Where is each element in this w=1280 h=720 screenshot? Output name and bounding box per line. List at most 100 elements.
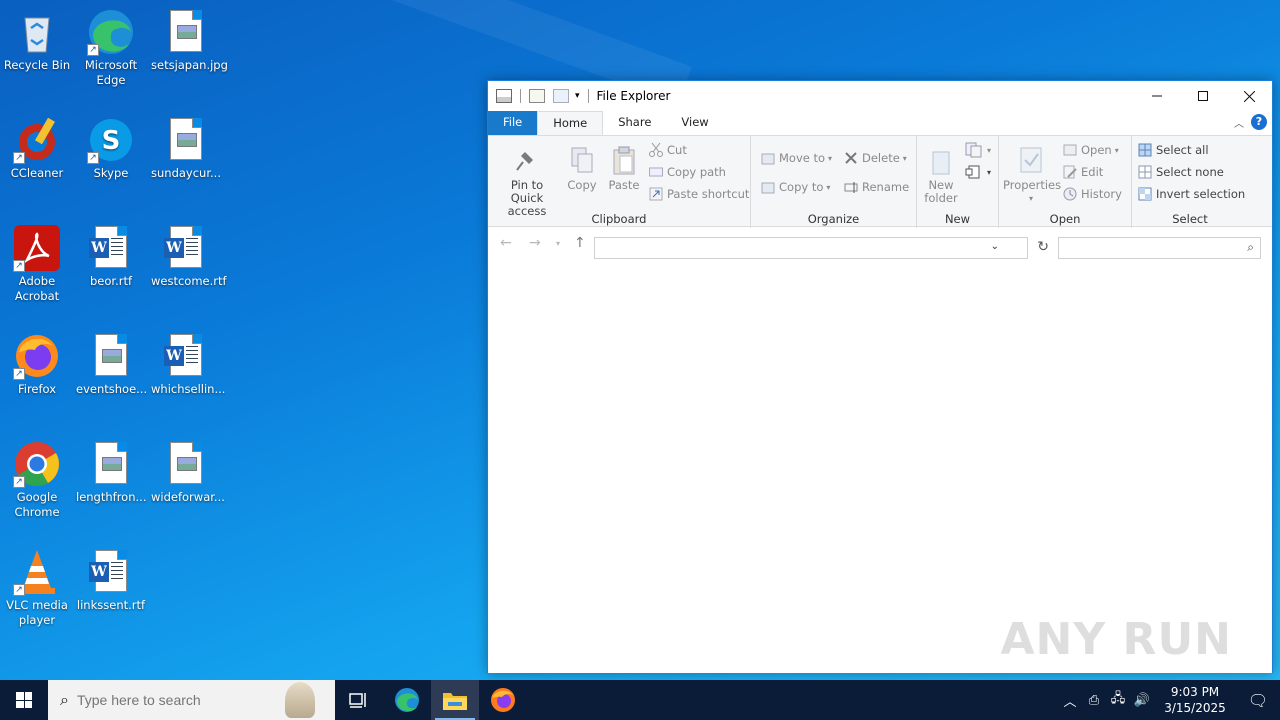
move-to-button[interactable]: Move to ▾ (761, 151, 832, 165)
desktop-icon-westcome[interactable]: W westcome.rtf (149, 224, 227, 289)
help-icon[interactable]: ? (1251, 114, 1267, 130)
network-icon[interactable]: 🖧 (1106, 689, 1130, 711)
desktop-icon-recycle-bin[interactable]: Recycle Bin (0, 8, 74, 73)
meet-now-icon[interactable]: ⎙ (1082, 693, 1106, 708)
refresh-icon[interactable]: ↻ (1037, 239, 1049, 255)
taskbar-firefox-button[interactable] (479, 680, 527, 720)
clock-date: 3/15/2025 (1164, 701, 1226, 715)
paste-button[interactable]: Paste (604, 146, 644, 192)
history-button[interactable]: History (1063, 187, 1122, 201)
desktop-icon-skype[interactable]: S ↗ Skype (74, 116, 148, 181)
address-dropdown-chevron-icon[interactable]: ⌄ (991, 241, 999, 252)
select-none-button[interactable]: Select none (1138, 165, 1224, 179)
desktop-icon-firefox[interactable]: ↗ Firefox (0, 332, 74, 397)
ccleaner-icon: ↗ (13, 116, 61, 164)
desktop-icon-label: wideforwar... (151, 490, 225, 504)
new-folder-quick-icon[interactable] (553, 89, 569, 103)
notifications-icon[interactable]: 🗨 (1236, 691, 1280, 710)
minimize-button[interactable] (1134, 81, 1180, 111)
tab-share[interactable]: Share (603, 111, 666, 135)
easy-access-button[interactable]: ▾ (965, 164, 991, 180)
search-icon: ⌕ (60, 690, 69, 709)
properties-quick-icon[interactable] (529, 89, 545, 103)
back-arrow-icon[interactable]: ← (500, 235, 512, 251)
new-folder-label: New folder (924, 178, 958, 205)
up-arrow-icon[interactable]: ↑ (574, 235, 586, 251)
desktop-icon-label: whichsellin... (151, 382, 226, 396)
group-label: Select (1172, 212, 1208, 226)
desktop-icon-lengthfron[interactable]: lengthfron... (74, 440, 148, 505)
group-label: Open (1049, 212, 1081, 226)
select-all-icon (1138, 143, 1152, 157)
taskbar-search-box[interactable]: ⌕ (48, 680, 335, 720)
forward-arrow-icon[interactable]: → (529, 235, 541, 251)
desktop-icon-vlc[interactable]: ↗ VLC media player (0, 548, 74, 628)
address-bar[interactable]: ⌄ ↻ (594, 237, 1049, 259)
taskbar-search-input[interactable] (76, 692, 267, 708)
cut-label: Cut (667, 143, 687, 157)
tab-view[interactable]: View (666, 111, 723, 135)
file-explorer-icon (443, 693, 467, 710)
new-folder-button[interactable]: New folder (921, 146, 961, 205)
desktop-icon-linkssent[interactable]: W linkssent.rtf (74, 548, 148, 613)
taskbar-file-explorer-button[interactable] (431, 680, 479, 720)
search-box[interactable]: ⌕ (1058, 237, 1261, 259)
tab-file[interactable]: File (488, 111, 538, 135)
task-view-button[interactable] (335, 680, 383, 720)
file-list-area[interactable]: ANY RUN (488, 261, 1272, 673)
desktop-icon-eventshoe[interactable]: eventshoe... (74, 332, 148, 397)
taskbar-edge-button[interactable] (383, 680, 431, 720)
firefox-icon (491, 688, 515, 712)
address-input[interactable] (595, 239, 1027, 259)
divider (520, 89, 521, 103)
select-all-label: Select all (1156, 143, 1209, 157)
tab-home[interactable]: Home (537, 111, 604, 135)
cut-button[interactable]: Cut (649, 142, 687, 157)
delete-button[interactable]: Delete ▾ (844, 151, 907, 165)
desktop-icon-microsoft-edge[interactable]: ↗ Microsoft Edge (74, 8, 148, 88)
desktop-icon-whichsellin[interactable]: W whichsellin... (149, 332, 226, 397)
properties-button[interactable]: Properties ▾ (1003, 146, 1061, 205)
desktop-icon-label: beor.rtf (89, 274, 133, 288)
edit-button[interactable]: Edit (1063, 165, 1103, 179)
title-bar[interactable]: ▾ File Explorer (488, 81, 1272, 111)
start-button[interactable] (0, 680, 48, 720)
desktop-icon-sundaycur[interactable]: sundaycur... (149, 116, 223, 181)
desktop-icon-adobe-acrobat[interactable]: ↗ Adobe Acrobat (0, 224, 74, 304)
desktop-icon-label: setsjapan.jpg (151, 58, 228, 72)
paste-shortcut-button[interactable]: Paste shortcut (649, 187, 749, 201)
desktop-icon-beor[interactable]: W beor.rtf (74, 224, 148, 289)
desktop-icon-label: eventshoe... (76, 382, 148, 396)
new-item-button[interactable]: ▾ (965, 142, 991, 158)
search-icon[interactable]: ⌕ (1247, 240, 1254, 255)
desktop-icon-setsjapan[interactable]: setsjapan.jpg (149, 8, 228, 73)
copy-path-button[interactable]: Copy path (649, 165, 726, 179)
rename-button[interactable]: Rename (844, 180, 909, 194)
copy-button[interactable]: Copy (562, 146, 602, 192)
easy-access-icon (965, 164, 983, 180)
copy-to-label: Copy to (779, 180, 824, 194)
volume-icon[interactable]: 🔊 (1130, 693, 1154, 708)
desktop-icon-label: sundaycur... (151, 166, 221, 180)
customize-quick-access-chevron-icon[interactable]: ▾ (575, 91, 580, 101)
collapse-ribbon-icon[interactable]: ︿ (1234, 115, 1244, 130)
desktop-icon-wideforwar[interactable]: wideforwar... (149, 440, 225, 505)
desktop-icon-google-chrome[interactable]: ↗ Google Chrome (0, 440, 74, 520)
select-none-label: Select none (1156, 165, 1224, 179)
desktop-icon-ccleaner[interactable]: ↗ CCleaner (0, 116, 74, 181)
window-menu-icon[interactable] (496, 89, 512, 103)
search-input[interactable] (1059, 239, 1260, 259)
invert-selection-button[interactable]: Invert selection (1138, 187, 1245, 201)
pin-to-quick-access-button[interactable]: Pin to Quick access (494, 146, 560, 218)
open-button[interactable]: Open ▾ (1063, 143, 1119, 157)
clock[interactable]: 9:03 PM 3/15/2025 (1154, 684, 1236, 716)
show-hidden-icons-chevron-icon[interactable]: ︿ (1058, 691, 1082, 710)
close-button[interactable] (1226, 81, 1272, 111)
select-all-button[interactable]: Select all (1138, 143, 1209, 157)
recent-locations-chevron-icon[interactable]: ▾ (556, 239, 560, 248)
word-doc-icon: W (162, 224, 210, 272)
copy-to-button[interactable]: Copy to ▾ (761, 180, 830, 194)
edit-label: Edit (1081, 165, 1104, 179)
maximize-button[interactable] (1180, 81, 1226, 111)
dropdown-arrow-icon: ▾ (828, 153, 833, 163)
